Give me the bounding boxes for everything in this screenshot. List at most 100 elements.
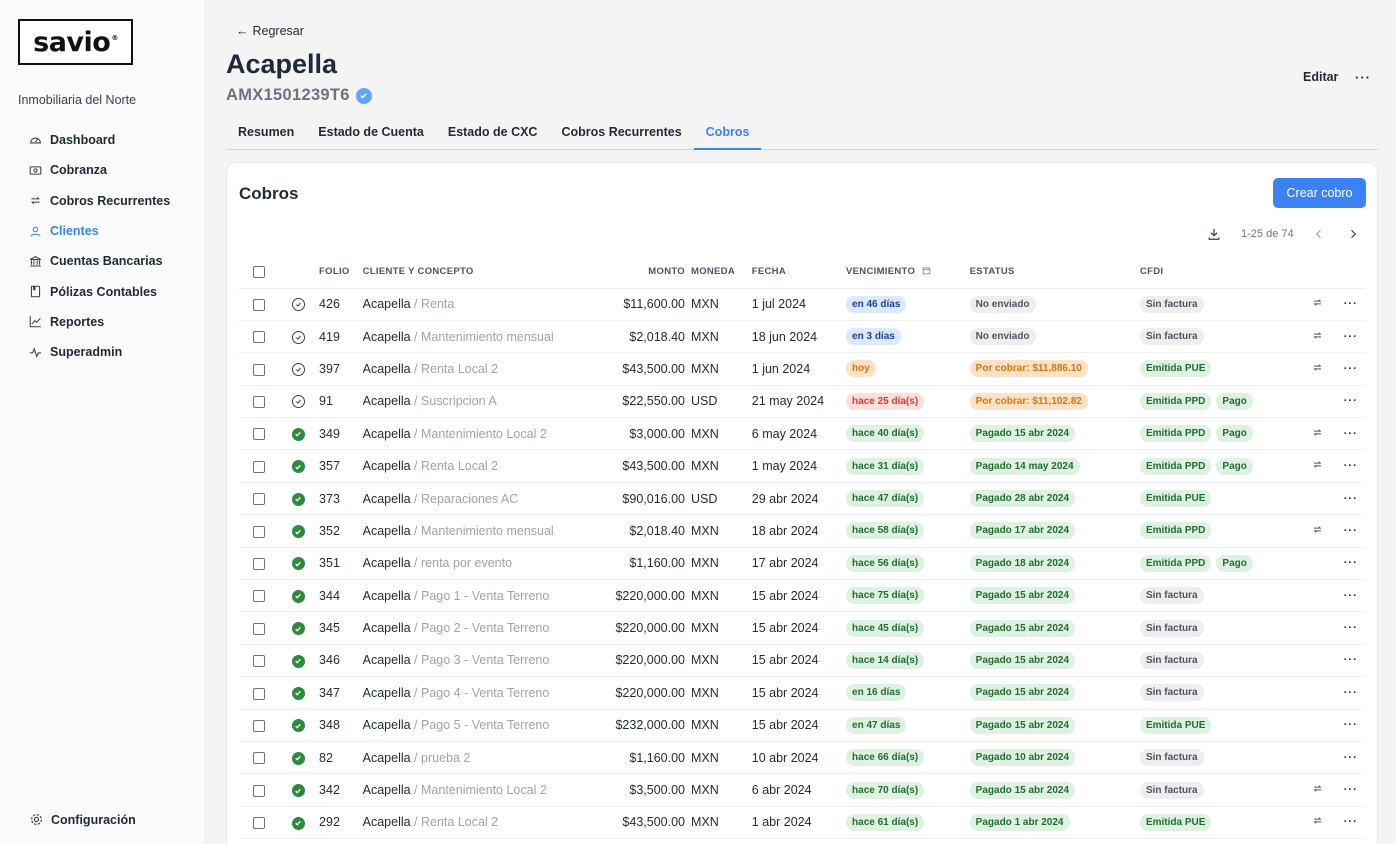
table-row[interactable]: 351 Acapella / renta por evento $1,160.00 M… [239,547,1366,581]
cliente-cell[interactable]: Acapella / Renta [362,288,588,321]
row-checkbox[interactable] [253,298,265,311]
folio-cell[interactable]: 346 [319,644,363,678]
row-more-button[interactable]: ··· [1335,320,1366,354]
savio-logo[interactable]: savio ® [18,19,133,65]
row-checkbox[interactable] [253,493,265,506]
row-more-button[interactable]: ··· [1335,514,1366,548]
table-row[interactable]: 345 Acapella / Pago 2 - Venta Terreno $220… [239,611,1366,645]
row-checkbox[interactable] [253,784,265,797]
row-more-button[interactable]: ··· [1335,806,1366,840]
row-more-button[interactable]: ··· [1335,482,1366,516]
cliente-cell[interactable]: Acapella / Reparaciones AC [362,482,588,516]
folio-cell[interactable]: 397 [319,352,363,386]
folio-cell[interactable]: 373 [319,482,363,516]
cliente-cell[interactable]: Acapella / Pago 2 - Venta Terreno [362,611,588,645]
table-row[interactable]: 349 Acapella / Mantenimiento Local 2 $3,00… [239,417,1366,451]
row-checkbox[interactable] [253,687,265,700]
row-more-button[interactable]: ··· [1335,773,1366,807]
cliente-cell[interactable]: Acapella / Suscripcion A [362,385,588,419]
folio-cell[interactable]: 357 [319,449,363,483]
table-row[interactable]: 397 Acapella / Renta Local 2 $43,500.00 MXN… [239,352,1366,386]
row-more-button[interactable]: ··· [1335,449,1366,483]
sidebar-item-dashboard[interactable]: Dashboard [28,125,170,155]
table-row[interactable]: 419 Acapella / Mantenimiento mensual $2,01… [239,320,1366,354]
create-cobro-button[interactable]: Crear cobro [1273,178,1366,208]
cliente-cell[interactable]: Acapella / Mantenimiento Local 2 [362,417,588,451]
row-more-button[interactable]: ··· [1335,709,1366,742]
sidebar-item-polizas-contables[interactable]: Pólizas Contables [28,276,170,306]
sidebar-item-configuracion[interactable]: Configuración [30,813,136,827]
row-checkbox[interactable] [253,363,265,376]
folio-cell[interactable]: 349 [319,417,363,451]
tab-cobros[interactable]: Cobros [693,117,762,150]
more-options-button[interactable]: ··· [1355,70,1371,85]
cliente-cell[interactable]: Acapella / Pago 1 - Venta Terreno [362,579,588,613]
table-row[interactable]: 346 Acapella / Pago 3 - Venta Terreno $220… [239,644,1366,678]
table-row[interactable]: 352 Acapella / Mantenimiento mensual $2,01… [239,514,1366,548]
folio-cell[interactable]: 342 [319,773,363,807]
sidebar-item-superadmin[interactable]: Superadmin [28,337,170,367]
row-checkbox[interactable] [253,558,265,571]
cliente-cell[interactable]: Acapella / Pago 5 - Venta Terreno [362,709,588,742]
edit-button[interactable]: Editar [1303,70,1338,84]
row-checkbox[interactable] [253,719,265,732]
row-more-button[interactable]: ··· [1335,611,1366,645]
tab-cobros-recurrentes[interactable]: Cobros Recurrentes [549,117,693,150]
chevron-left-icon[interactable] [1312,227,1326,241]
table-row[interactable]: 348 Acapella / Pago 5 - Venta Terreno $232… [239,709,1366,742]
row-more-button[interactable]: ··· [1335,579,1366,613]
tab-estado-de-cuenta[interactable]: Estado de Cuenta [306,117,436,150]
folio-cell[interactable]: 345 [319,611,363,645]
row-checkbox[interactable] [253,428,265,441]
cliente-cell[interactable]: Acapella / renta por evento [362,547,588,581]
row-checkbox[interactable] [253,655,265,668]
folio-cell[interactable]: 352 [319,514,363,548]
column-cfdi[interactable]: CFDI [1139,256,1301,289]
folio-cell[interactable]: 351 [319,547,363,581]
sidebar-item-reportes[interactable]: Reportes [28,307,170,337]
table-row[interactable]: 292 Acapella / Renta Local 2 $43,500.00 MXN… [239,806,1366,840]
row-checkbox[interactable] [253,752,265,765]
table-row[interactable]: 91 Acapella / Suscripcion A $22,550.00 USD 2… [239,385,1366,419]
row-checkbox[interactable] [253,396,265,409]
cliente-cell[interactable]: Acapella / Pago 3 - Venta Terreno [362,644,588,678]
tab-estado-de-cxc[interactable]: Estado de CXC [436,117,550,150]
row-checkbox[interactable] [253,525,265,538]
row-checkbox[interactable] [253,331,265,344]
row-more-button[interactable]: ··· [1335,741,1366,775]
row-checkbox[interactable] [253,622,265,635]
row-checkbox[interactable] [253,590,265,603]
sidebar-item-cobranza[interactable]: Cobranza [28,155,170,185]
cliente-cell[interactable]: Acapella / prueba 2 [362,741,588,775]
row-checkbox[interactable] [253,460,265,473]
table-row[interactable]: 344 Acapella / Pago 1 - Venta Terreno $220… [239,579,1366,613]
chevron-right-icon[interactable] [1346,227,1360,241]
table-row[interactable]: 373 Acapella / Reparaciones AC $90,016.00 U… [239,482,1366,516]
tab-resumen[interactable]: Resumen [226,117,306,150]
table-row[interactable]: 82 Acapella / prueba 2 $1,160.00 MXN 10 abr … [239,741,1366,775]
folio-cell[interactable]: 348 [319,709,363,742]
cliente-cell[interactable]: Acapella / Renta Local 2 [362,352,588,386]
cliente-cell[interactable]: Acapella / Mantenimiento mensual [362,514,588,548]
table-row[interactable]: 357 Acapella / Renta Local 2 $43,500.00 MXN… [239,449,1366,483]
row-more-button[interactable]: ··· [1335,676,1366,710]
cliente-cell[interactable]: Acapella / Renta Local 2 [362,806,588,840]
row-more-button[interactable]: ··· [1335,417,1366,451]
select-all-checkbox[interactable] [253,265,265,278]
row-more-button[interactable]: ··· [1335,385,1366,419]
sidebar-item-clientes[interactable]: Clientes [28,216,170,246]
folio-cell[interactable]: 344 [319,579,363,613]
row-more-button[interactable]: ··· [1335,644,1366,678]
sidebar-item-cobros-recurrentes[interactable]: Cobros Recurrentes [28,186,170,216]
folio-cell[interactable]: 419 [319,320,363,354]
column-fecha[interactable]: FECHA [751,256,847,289]
folio-cell[interactable]: 82 [319,741,363,775]
row-more-button[interactable]: ··· [1335,288,1366,321]
table-row[interactable]: 342 Acapella / Mantenimiento Local 2 $3,50… [239,773,1366,807]
folio-cell[interactable]: 91 [319,385,363,419]
row-more-button[interactable]: ··· [1335,352,1366,386]
cliente-cell[interactable]: Acapella / Mantenimiento Local 2 [362,773,588,807]
table-row[interactable]: 347 Acapella / Pago 4 - Venta Terreno $220… [239,676,1366,710]
column-monto[interactable]: MONTO [587,256,691,289]
column-estatus[interactable]: ESTATUS [969,256,1140,289]
